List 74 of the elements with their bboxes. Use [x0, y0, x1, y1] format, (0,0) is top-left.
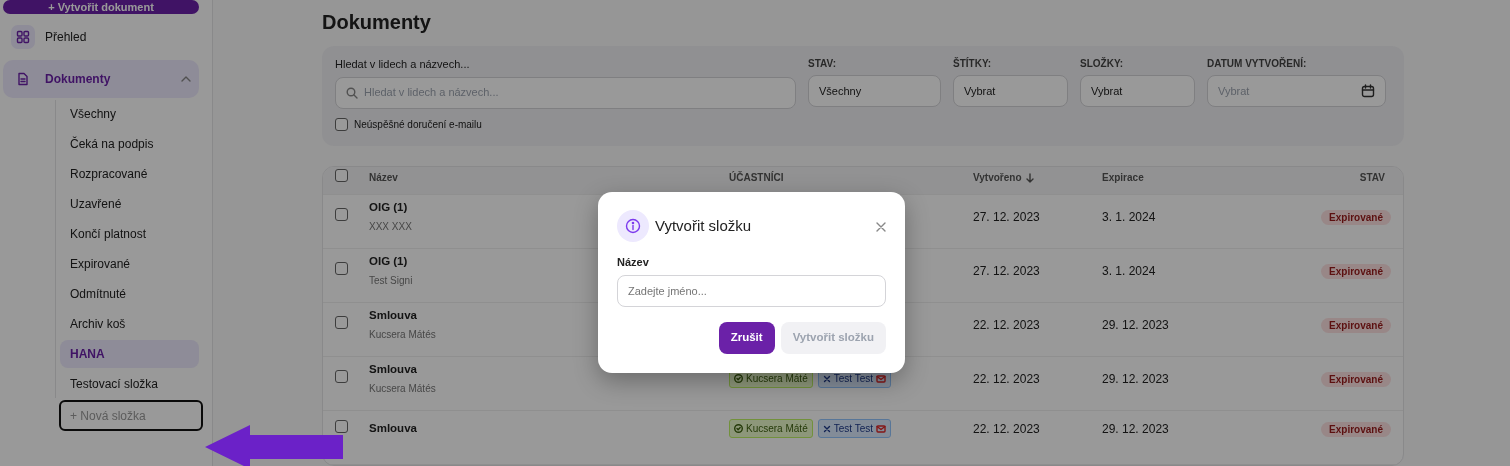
nav-item[interactable]: Dokumenty: [3, 60, 199, 98]
checkbox[interactable]: [335, 117, 348, 131]
date-cell-text: 29. 12. 2023: [1102, 316, 1170, 334]
filter-label: DATUM VYTVOŘENÍ:: [1207, 56, 1308, 71]
date-cell-text: 3. 1. 2024: [1102, 208, 1157, 226]
participant-tag: Kucsera Máté: [729, 418, 813, 438]
field-label: Název: [617, 255, 650, 270]
grid-icon: [16, 30, 30, 44]
checkbox[interactable]: [335, 207, 348, 221]
close-button[interactable]: [876, 220, 886, 232]
search-label: Hledat v lidech a názvech...: [335, 57, 471, 72]
column-header: Expirace: [1102, 172, 1144, 183]
date-cell-text: 27. 12. 2023: [973, 262, 1041, 280]
document-name[interactable]: Smlouva: [369, 420, 729, 438]
date-cell-text: 3. 1. 2024: [1102, 262, 1157, 280]
folder-item[interactable]: Rozpracované: [60, 160, 199, 188]
create-document-button[interactable]: + Vytvořit dokument: [3, 0, 199, 14]
column-header: ÚČASTNÍCI: [729, 172, 784, 183]
filter-label: SLOŽKY:: [1080, 56, 1125, 71]
checkbox-label: Neúspěšné doručení e-mailu: [354, 117, 482, 132]
date-cell-text: 22. 12. 2023: [973, 420, 1041, 438]
folder-item[interactable]: Končí platnost: [60, 220, 199, 248]
status-badge: Expirované: [1321, 421, 1391, 437]
checkbox[interactable]: [335, 369, 348, 383]
document-icon: [16, 72, 30, 86]
status-badge: Expirované: [1321, 317, 1391, 333]
checkbox[interactable]: [335, 315, 348, 329]
mail-icon: [876, 374, 886, 383]
folder-item[interactable]: Odmítnuté: [60, 280, 199, 308]
document-owner: Kucsera Mátés: [369, 328, 436, 343]
folder-item[interactable]: Expirované: [60, 250, 199, 278]
filter-label: ŠTÍTKY:: [953, 56, 993, 71]
x-icon: [822, 374, 831, 383]
name-field[interactable]: Zadejte jméno...: [617, 274, 886, 307]
x-icon: [822, 424, 831, 433]
dialog-title: Vytvořit složku: [655, 217, 753, 235]
nav-item[interactable]: Přehled: [3, 18, 199, 56]
info-icon: [625, 218, 641, 234]
search-icon: [346, 86, 358, 99]
checkbox[interactable]: [335, 419, 348, 433]
folder-item[interactable]: HANA: [60, 340, 199, 368]
document-owner: Kucsera Mátés: [369, 382, 436, 397]
date-cell-text: 22. 12. 2023: [973, 370, 1041, 388]
close-icon: [876, 221, 886, 232]
column-header: STAV: [1359, 172, 1385, 183]
cancel-button[interactable]: Zrušit: [718, 321, 775, 354]
checkbox[interactable]: [335, 261, 348, 275]
mail-icon: [876, 424, 886, 433]
calendar-icon: [1361, 84, 1375, 98]
participant-tag: Test Test: [817, 419, 891, 439]
folder-item[interactable]: Archiv koš: [60, 310, 199, 338]
column-header[interactable]: Vytvořeno: [973, 172, 1022, 183]
checkbox[interactable]: [335, 169, 348, 182]
column-header: Název: [369, 172, 398, 183]
document-owner: Test Signi: [369, 274, 413, 289]
page-title: Dokumenty: [322, 10, 432, 34]
document-owner: XXX XXX: [369, 220, 412, 235]
date-cell-text: 22. 12. 2023: [973, 316, 1041, 334]
folder-item[interactable]: Uzavřené: [60, 190, 199, 218]
date-cell-text: 27. 12. 2023: [973, 208, 1041, 226]
check-circle-icon: [734, 373, 743, 383]
select-field[interactable]: Vybrat: [1080, 75, 1195, 107]
date-cell-text: 29. 12. 2023: [1102, 420, 1170, 438]
check-circle-icon: [734, 423, 743, 433]
status-badge: Expirované: [1321, 209, 1391, 225]
status-badge: Expirované: [1321, 263, 1391, 279]
status-badge: Expirované: [1321, 371, 1391, 387]
folder-item[interactable]: Testovací složka: [60, 370, 199, 398]
date-cell-text: 29. 12. 2023: [1102, 370, 1170, 388]
filter-label: STAV:: [808, 57, 837, 71]
folder-item[interactable]: Všechny: [60, 100, 199, 128]
select-field[interactable]: Všechny: [808, 75, 941, 107]
folder-item[interactable]: Čeká na podpis: [60, 130, 199, 158]
select-field[interactable]: Vybrat: [953, 75, 1068, 107]
